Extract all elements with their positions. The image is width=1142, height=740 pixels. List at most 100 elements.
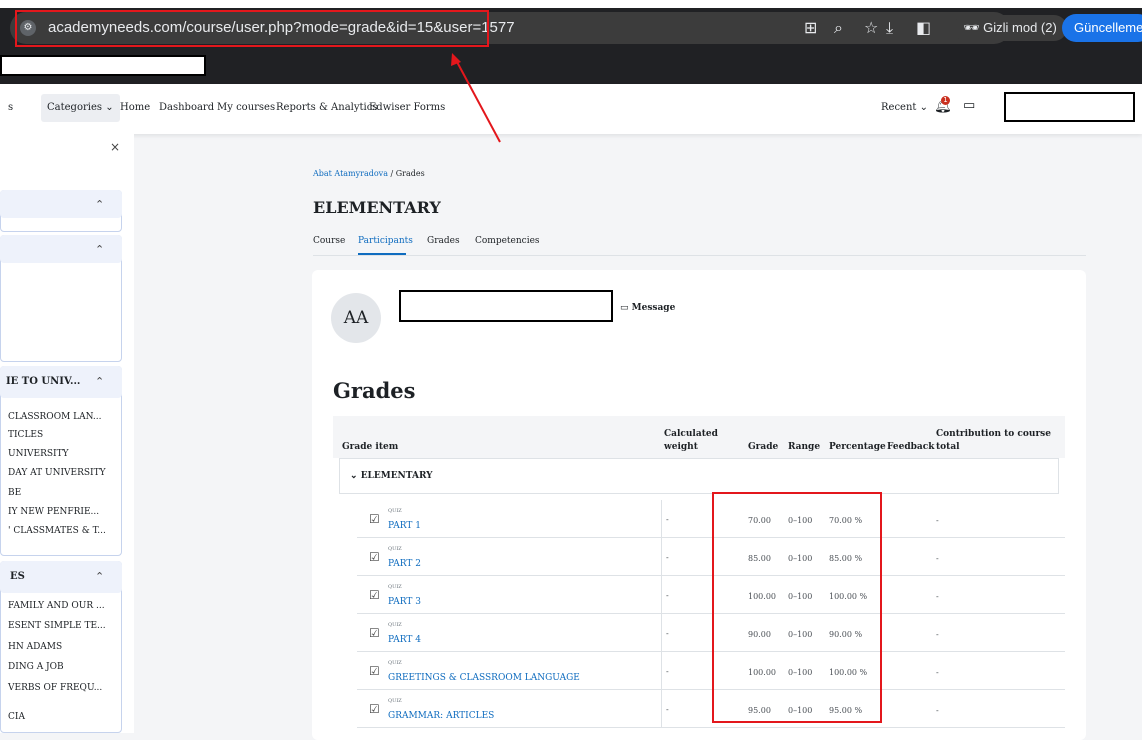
- quiz-icon: ☑: [369, 512, 380, 526]
- incognito-icon: 🕶: [963, 20, 984, 35]
- chevron-up-icon[interactable]: ⌃: [95, 198, 104, 212]
- sidebar-link[interactable]: FAMILY AND OUR ...: [8, 600, 105, 612]
- nav-edwiser-forms[interactable]: Edwiser Forms: [369, 101, 445, 115]
- header-contribution-line2: total: [936, 442, 960, 452]
- window-top-band: [0, 0, 1142, 8]
- sidebar-link[interactable]: HN ADAMS: [8, 641, 62, 653]
- table-row: [357, 614, 1065, 652]
- incognito-indicator[interactable]: 🕶 Gizli mod (2): [953, 15, 1067, 41]
- tab-participants[interactable]: Participants: [358, 234, 413, 248]
- header-weight-line2: weight: [664, 442, 698, 452]
- nav-home[interactable]: Home: [120, 101, 150, 115]
- nav-recent[interactable]: Recent ⌄: [881, 101, 928, 115]
- grade-item-link[interactable]: PART 3: [388, 596, 421, 608]
- item-type: QUIZ: [388, 622, 402, 628]
- sidebar-link[interactable]: CLASSROOM LAN...: [8, 411, 102, 423]
- sidebar-link[interactable]: BE: [8, 487, 21, 499]
- nav-categories-label: Categories: [47, 102, 102, 113]
- breadcrumb-user-link[interactable]: Abat Atamyradova: [313, 169, 388, 178]
- breadcrumb-separator: /: [390, 169, 394, 178]
- contribution-cell: -: [936, 706, 939, 715]
- grade-item-link[interactable]: GREETINGS & CLASSROOM LANGUAGE: [388, 672, 580, 684]
- contribution-cell: -: [936, 516, 939, 525]
- redacted-user-name: [399, 290, 613, 322]
- nav-dashboard[interactable]: Dashboard: [159, 101, 214, 115]
- sidebar-link[interactable]: IY NEW PENFRIE...: [8, 506, 99, 518]
- nav-categories[interactable]: Categories ⌄: [41, 94, 120, 122]
- item-type: QUIZ: [388, 698, 402, 704]
- weight-cell: -: [666, 553, 669, 562]
- tab-grades[interactable]: Grades: [427, 234, 460, 248]
- header-percentage: Percentage: [829, 442, 886, 452]
- incognito-label: Gizli mod (2): [983, 20, 1057, 35]
- message-label: Message: [631, 303, 676, 313]
- nav-my-courses[interactable]: My courses: [217, 101, 275, 115]
- quiz-icon: ☑: [369, 702, 380, 716]
- chevron-down-icon: ⌄: [105, 102, 114, 113]
- close-icon[interactable]: ×: [110, 140, 120, 154]
- breadcrumb: Abat Atamyradova / Grades: [313, 168, 425, 180]
- sidebar-link[interactable]: CIA: [8, 711, 25, 723]
- category-toggle[interactable]: ⌄ ELEMENTARY: [350, 470, 433, 482]
- chevron-up-icon[interactable]: ⌃: [95, 375, 104, 389]
- category-row: [339, 458, 1059, 494]
- grades-heading: Grades: [333, 378, 416, 403]
- sidebar-link[interactable]: ' CLASSMATES & T...: [8, 525, 106, 537]
- translate-icon[interactable]: ⊞: [804, 18, 817, 38]
- sidebar-link[interactable]: UNIVERSITY: [8, 448, 69, 460]
- header-feedback: Feedback: [887, 442, 935, 452]
- contribution-cell: -: [936, 592, 939, 601]
- weight-cell: -: [666, 705, 669, 714]
- column-divider: [661, 576, 662, 614]
- contribution-cell: -: [936, 668, 939, 677]
- chevron-down-icon: ⌄: [919, 102, 929, 113]
- grade-item-link[interactable]: GRAMMAR: ARTICLES: [388, 710, 494, 722]
- tab-competencies[interactable]: Competencies: [475, 234, 540, 248]
- header-range: Range: [788, 442, 821, 452]
- chevron-down-icon: ⌄: [350, 471, 361, 481]
- grade-item-link[interactable]: PART 2: [388, 558, 421, 570]
- notification-badge: 1: [941, 96, 950, 105]
- table-row: [357, 538, 1065, 576]
- grade-item-link[interactable]: PART 1: [388, 520, 421, 532]
- url-highlight-box: [15, 10, 489, 47]
- table-row: [357, 652, 1065, 690]
- weight-cell: -: [666, 591, 669, 600]
- grade-item-link[interactable]: PART 4: [388, 634, 421, 646]
- sidebar-link[interactable]: TICLES: [8, 429, 43, 441]
- redacted-tab-box: [0, 55, 206, 76]
- weight-cell: -: [666, 629, 669, 638]
- message-button[interactable]: ▭ Message: [620, 302, 675, 314]
- sidebar-link[interactable]: VERBS OF FREQU...: [8, 682, 102, 694]
- header-grade-item: Grade item: [342, 442, 399, 452]
- chevron-up-icon[interactable]: ⌃: [95, 243, 104, 257]
- grades-highlight-box: [712, 492, 882, 723]
- redacted-user-menu[interactable]: [1004, 92, 1135, 122]
- weight-cell: -: [666, 515, 669, 524]
- nav-recent-label: Recent: [881, 102, 917, 113]
- header-weight-line1: Calculated: [664, 429, 718, 439]
- sidebar-link[interactable]: DAY AT UNIVERSITY: [8, 467, 106, 479]
- zoom-icon[interactable]: ⌕: [834, 18, 843, 38]
- column-divider: [661, 500, 662, 538]
- nav-reports[interactable]: Reports & Analytics: [276, 101, 377, 115]
- chevron-up-icon[interactable]: ⌃: [95, 570, 104, 584]
- contribution-cell: -: [936, 630, 939, 639]
- breadcrumb-current: Grades: [395, 169, 425, 178]
- update-button[interactable]: Güncelleme: [1062, 14, 1142, 42]
- nav-partial-item[interactable]: s: [8, 101, 13, 115]
- item-type: QUIZ: [388, 546, 402, 552]
- sidebar-link[interactable]: DING A JOB: [8, 661, 64, 673]
- chat-icon[interactable]: ▭: [963, 99, 975, 113]
- bookmark-star-icon[interactable]: ☆: [864, 18, 878, 38]
- category-name: ELEMENTARY: [360, 471, 433, 481]
- side-panel-icon[interactable]: ◧: [916, 18, 931, 38]
- download-icon[interactable]: ⤓: [886, 18, 893, 38]
- message-icon: ▭: [620, 303, 632, 313]
- tab-course[interactable]: Course: [313, 234, 345, 248]
- header-grade: Grade: [748, 442, 779, 452]
- contribution-cell: -: [936, 554, 939, 563]
- table-row: [357, 500, 1065, 538]
- sidebar-link[interactable]: ESENT SIMPLE TE...: [8, 620, 106, 632]
- quiz-icon: ☑: [369, 550, 380, 564]
